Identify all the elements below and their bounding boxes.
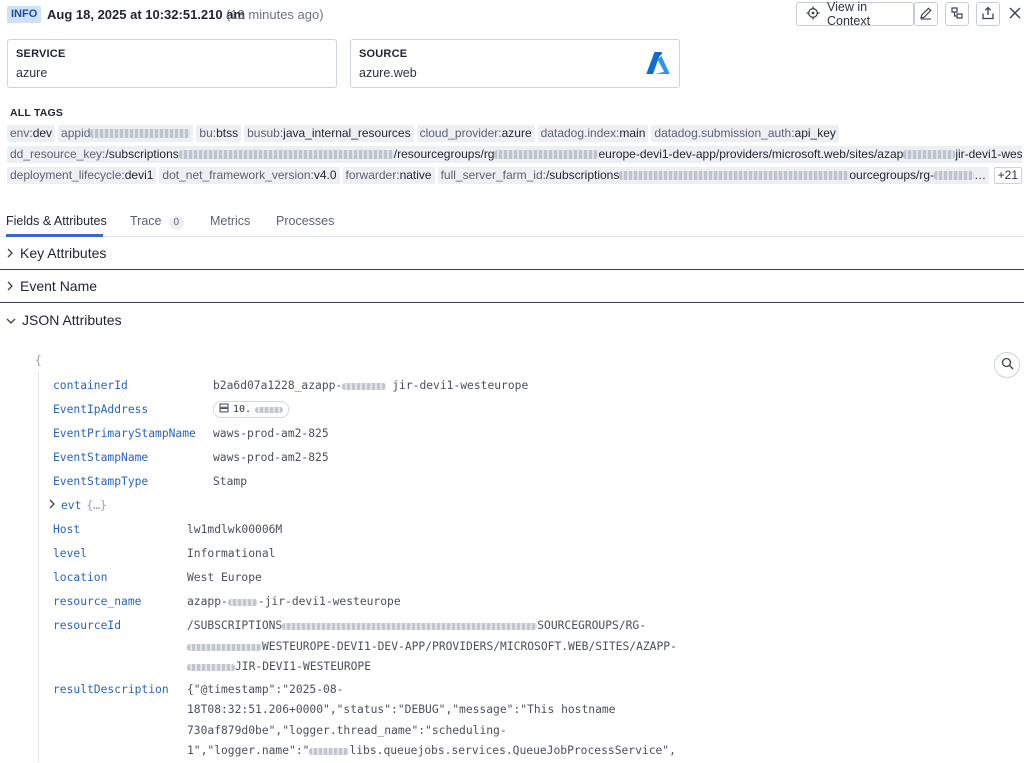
chevron-down-icon <box>6 312 16 328</box>
trace-count-badge: 0 <box>168 216 185 230</box>
target-icon <box>806 6 820 23</box>
event-name-section[interactable]: Event Name <box>0 270 1024 303</box>
tag-row-3: deployment_lifecycle:devi1 dot_net_framew… <box>7 167 1022 185</box>
service-label: SERVICE <box>16 48 66 60</box>
edit-button[interactable] <box>914 2 938 26</box>
log-level-badge: INFO <box>7 6 42 23</box>
key-attributes-title: Key Attributes <box>20 245 107 261</box>
json-attributes-title: JSON Attributes <box>22 311 122 328</box>
tag-dd-resource-key[interactable]: dd_resource_key:/subscriptions/resourceg… <box>7 146 1022 163</box>
json-search-button[interactable] <box>994 352 1020 378</box>
json-gutter <box>38 372 39 762</box>
tag-cloud-provider[interactable]: cloud_provider:azure <box>416 125 535 142</box>
pencil-icon <box>919 6 933 23</box>
close-button[interactable] <box>1006 4 1024 24</box>
search-icon <box>1001 357 1014 373</box>
tag-appid[interactable]: appid <box>58 125 194 142</box>
azure-logo-icon <box>645 51 671 78</box>
log-header: INFO Aug 18, 2025 at 10:32:51.210 am (13… <box>0 0 1024 30</box>
source-card[interactable]: SOURCE azure.web <box>350 39 680 88</box>
tab-processes[interactable]: Processes <box>276 214 334 228</box>
tag-dotnet-version[interactable]: dot_net_framework_version:v4.0 <box>159 167 340 184</box>
tag-deployment-lifecycle[interactable]: deployment_lifecycle:devi1 <box>7 167 157 184</box>
tag-row-2: dd_resource_key:/subscriptions/resourceg… <box>7 146 1022 164</box>
source-label: SOURCE <box>359 48 408 60</box>
key-attributes-section[interactable]: Key Attributes <box>0 237 1024 270</box>
split-view-icon <box>950 6 964 23</box>
json-open-brace: { <box>35 354 42 367</box>
more-tags-button[interactable]: +21 <box>993 167 1022 184</box>
relative-time: (13 minutes ago) <box>226 7 324 22</box>
tab-metrics[interactable]: Metrics <box>210 214 250 228</box>
chevron-right-icon <box>6 245 14 261</box>
event-name-title: Event Name <box>20 278 98 294</box>
tag-busub[interactable]: busub:java_internal_resources <box>244 125 414 142</box>
log-timestamp: Aug 18, 2025 at 10:32:51.210 am <box>47 7 246 22</box>
tag-datadog-index[interactable]: datadog.index:main <box>537 125 649 142</box>
service-value: azure <box>16 66 48 80</box>
tab-trace[interactable]: Trace 0 <box>130 214 185 230</box>
close-icon <box>1009 7 1021 22</box>
json-key-containerId[interactable]: containerId <box>53 379 128 392</box>
tag-bu[interactable]: bu:btss <box>196 125 242 142</box>
tag-row-1: env:dev appid bu:btss busub:java_internal_r… <box>7 125 1022 143</box>
source-value: azure.web <box>359 66 417 80</box>
view-in-context-button[interactable]: View in Context <box>796 0 914 28</box>
all-tags-label: ALL TAGS <box>10 107 64 119</box>
tag-server-farm-id[interactable]: full_server_farm_id:/subscriptions ourceg… <box>437 167 990 184</box>
tag-forwarder[interactable]: forwarder:native <box>342 167 435 184</box>
json-tree: { <box>0 340 1024 763</box>
split-view-button[interactable] <box>945 2 969 26</box>
view-in-context-label: View in Context <box>827 0 871 28</box>
tab-fields-attributes[interactable]: Fields & Attributes <box>6 214 107 228</box>
tag-submission-auth[interactable]: datadog.submission_auth:api_key <box>651 125 839 142</box>
tag-env[interactable]: env:dev <box>7 125 56 142</box>
json-attributes-section[interactable]: JSON Attributes <box>0 303 1024 336</box>
detail-tabs: Fields & Attributes Trace 0 Metrics Proce… <box>0 208 1024 237</box>
service-card[interactable]: SERVICE azure <box>7 39 337 88</box>
share-icon <box>981 6 995 23</box>
share-button[interactable] <box>976 2 1000 26</box>
chevron-right-icon <box>6 278 14 294</box>
